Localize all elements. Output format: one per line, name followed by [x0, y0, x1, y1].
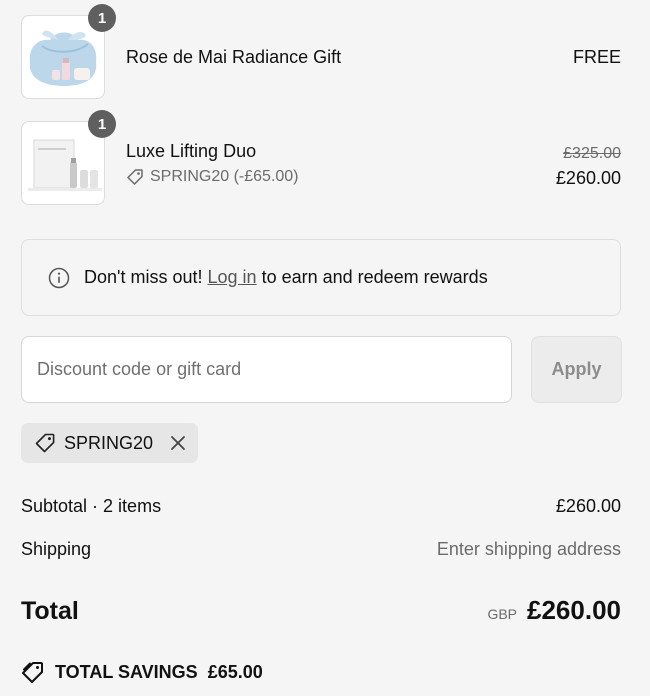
subtotal-label: Subtotal · 2 items [21, 496, 162, 516]
original-price: £325.00 [563, 145, 621, 162]
item-name: Luxe Lifting Duo [126, 141, 257, 161]
total-value-group: GBP £260.00 [487, 595, 621, 626]
discount-code-input[interactable] [21, 336, 512, 403]
product-thumbnail-duo: 1 [21, 110, 116, 205]
savings-value: £65.00 [207, 661, 263, 682]
rewards-text: Don't miss out! Log in to earn and redee… [84, 267, 488, 288]
discount-label: SPRING20 (-£65.00) [150, 168, 299, 185]
rewards-banner: Don't miss out! Log in to earn and redee… [21, 239, 621, 316]
info-icon [48, 267, 70, 288]
currency-code: GBP [487, 606, 518, 622]
tag-icon [127, 169, 143, 185]
tag-icon [35, 433, 55, 453]
item-name: Rose de Mai Radiance Gift [126, 47, 342, 67]
total-amount: £260.00 [527, 595, 621, 625]
rewards-text-after: to earn and redeem rewards [261, 267, 488, 287]
item-price: £260.00 [555, 168, 621, 188]
item-original-price: £325.00 [563, 142, 621, 163]
product-thumbnail-gift: 1 [21, 4, 116, 99]
apply-button[interactable]: Apply [531, 336, 622, 403]
item-price: FREE [572, 47, 621, 67]
item-discount: SPRING20 (-£65.00) [126, 168, 299, 186]
applied-discount-chip: SPRING20 [21, 423, 198, 463]
applied-code: SPRING20 [64, 432, 154, 453]
total-savings: TOTAL SAVINGS £65.00 [21, 660, 263, 684]
remove-code-button[interactable] [170, 435, 186, 451]
subtotal-value: £260.00 [555, 496, 621, 516]
total-label: Total [21, 597, 79, 625]
rewards-text-before: Don't miss out! [84, 267, 203, 287]
savings-tag-icon [22, 662, 43, 683]
savings-label: TOTAL SAVINGS [55, 661, 198, 682]
shipping-label: Shipping [21, 539, 92, 559]
shipping-value: Enter shipping address [436, 539, 621, 559]
close-icon [171, 436, 185, 450]
login-link[interactable]: Log in [208, 267, 257, 287]
quantity-badge: 1 [88, 110, 116, 138]
quantity-badge: 1 [88, 4, 116, 32]
